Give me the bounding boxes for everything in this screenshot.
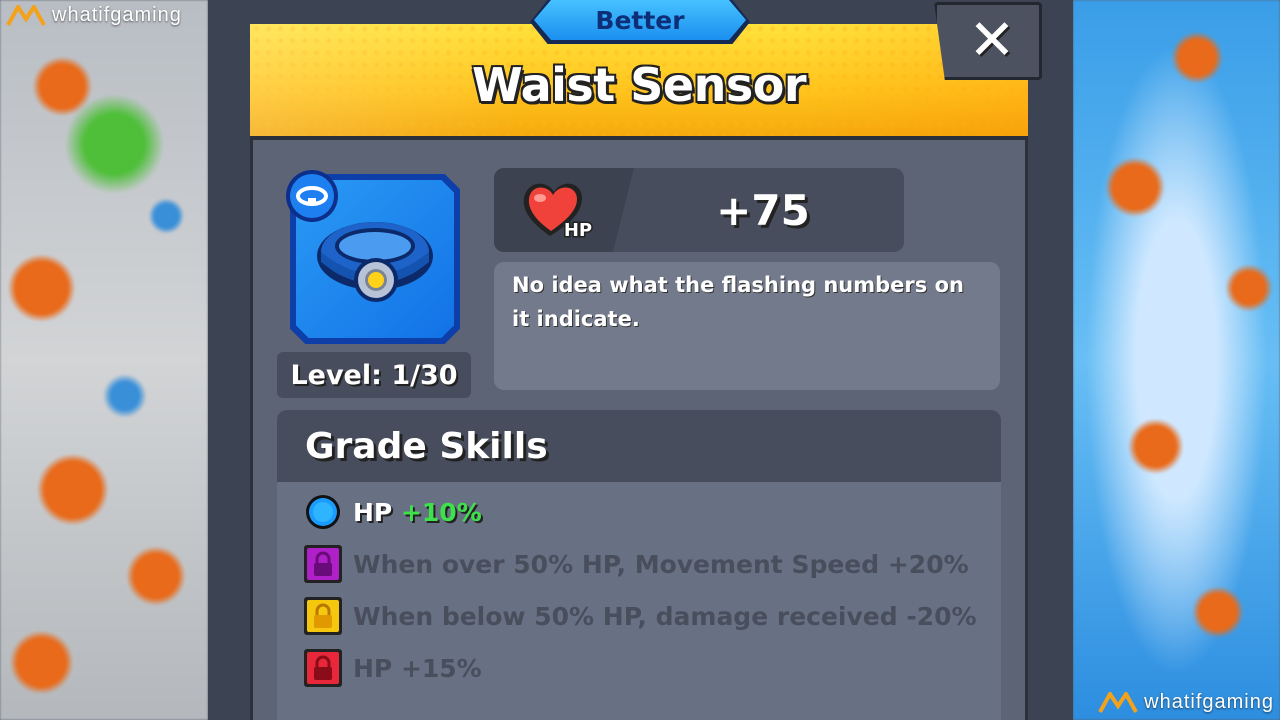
item-title: Waist Sensor bbox=[471, 58, 807, 112]
skill-row-2: When over 50% HP, Movement Speed +20% bbox=[303, 544, 969, 584]
background-game-left bbox=[0, 0, 208, 720]
skill-row-1: HP +10% bbox=[303, 492, 482, 532]
close-button[interactable]: ✕ bbox=[934, 2, 1042, 80]
watermark-text: whatifgaming bbox=[1144, 691, 1274, 713]
unlocked-skill-icon bbox=[306, 495, 340, 529]
belt-type-icon bbox=[286, 170, 338, 222]
background-game-right bbox=[1073, 0, 1280, 720]
lock-icon bbox=[304, 649, 342, 687]
skill-text-3: When below 50% HP, damage received -20% bbox=[353, 601, 977, 631]
whatifgaming-logo-icon bbox=[6, 4, 46, 26]
item-level: Level: 1/30 bbox=[277, 352, 471, 398]
item-description-box: No idea what the flashing numbers on it … bbox=[494, 262, 1000, 390]
grade-skills-header: Grade Skills bbox=[277, 410, 1001, 482]
grade-skills-section: Grade Skills HP +10% When over 50% HP, M… bbox=[277, 410, 1001, 720]
watermark-top: whatifgaming bbox=[6, 4, 182, 27]
skill-text-4: HP +15% bbox=[353, 653, 482, 683]
heart-hp-icon: HP bbox=[523, 183, 594, 243]
skill-text-1: HP +10% bbox=[353, 497, 482, 527]
skill-bonus: +10% bbox=[400, 497, 482, 527]
close-icon[interactable]: ✕ bbox=[969, 13, 1016, 69]
watermark-text: whatifgaming bbox=[52, 4, 182, 26]
grade-skills-heading: Grade Skills bbox=[305, 425, 548, 467]
watermark-bottom: whatifgaming bbox=[1098, 691, 1274, 714]
skill-text-2: When over 50% HP, Movement Speed +20% bbox=[353, 549, 969, 579]
whatifgaming-logo-icon bbox=[1098, 691, 1138, 713]
item-description: No idea what the flashing numbers on it … bbox=[512, 273, 964, 331]
skill-row-3: When below 50% HP, damage received -20% bbox=[303, 596, 977, 636]
hp-icon-label: HP bbox=[564, 220, 592, 241]
lock-icon bbox=[304, 545, 342, 583]
lock-icon bbox=[304, 597, 342, 635]
grade-tag: Better bbox=[534, 0, 746, 40]
stat-value: +75 bbox=[716, 186, 810, 235]
skill-row-4: HP +15% bbox=[303, 648, 482, 688]
